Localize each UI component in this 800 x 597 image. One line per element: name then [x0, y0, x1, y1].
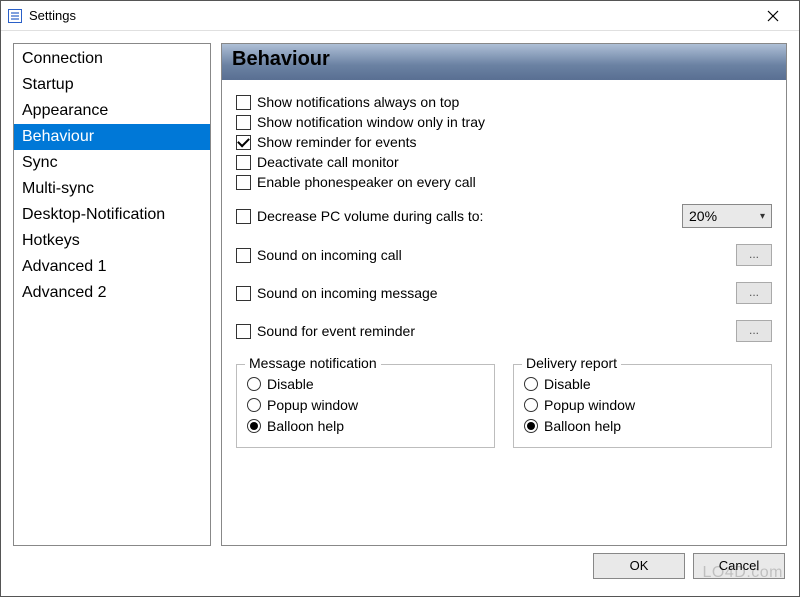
app-icon — [7, 8, 23, 24]
volume-select-value: 20% — [689, 208, 756, 224]
check-sound-incoming-call[interactable] — [236, 248, 251, 263]
check-sound-incoming-call-label: Sound on incoming call — [257, 247, 402, 263]
mn-disable-label: Disable — [267, 374, 314, 394]
sidebar-item-advanced-2[interactable]: Advanced 2 — [14, 280, 210, 306]
sidebar-item-behaviour[interactable]: Behaviour — [14, 124, 210, 150]
dr-popup-label: Popup window — [544, 395, 635, 415]
sidebar-item-multi-sync[interactable]: Multi-sync — [14, 176, 210, 202]
mn-popup-label: Popup window — [267, 395, 358, 415]
group-message-notification-legend: Message notification — [245, 355, 381, 371]
sound-event-reminder-row: Sound for event reminder ... — [236, 320, 772, 342]
dr-disable-label: Disable — [544, 374, 591, 394]
titlebar: Settings — [1, 1, 799, 31]
panel-header: Behaviour — [222, 44, 786, 80]
mn-popup-radio[interactable] — [247, 398, 261, 412]
dr-popup-radio[interactable] — [524, 398, 538, 412]
sidebar-item-desktop-notification[interactable]: Desktop-Notification — [14, 202, 210, 228]
check-decrease-volume-label: Decrease PC volume during calls to: — [257, 208, 483, 224]
close-icon — [767, 10, 779, 22]
dr-popup-row[interactable]: Popup window — [524, 395, 761, 415]
check-deactivate-call-monitor-label: Deactivate call monitor — [257, 153, 399, 172]
sidebar: Connection Startup Appearance Behaviour … — [13, 43, 211, 546]
mn-popup-row[interactable]: Popup window — [247, 395, 484, 415]
groups: Message notification Disable Popup windo… — [236, 364, 772, 448]
mn-balloon-radio[interactable] — [247, 419, 261, 433]
check-sound-event-reminder[interactable] — [236, 324, 251, 339]
sidebar-item-appearance[interactable]: Appearance — [14, 98, 210, 124]
window-title: Settings — [29, 8, 753, 23]
volume-select[interactable]: 20% ▾ — [682, 204, 772, 228]
window-body: Connection Startup Appearance Behaviour … — [1, 31, 799, 546]
check-sound-incoming-message-label: Sound on incoming message — [257, 285, 438, 301]
panel-body: Show notifications always on top Show no… — [222, 80, 786, 545]
check-reminder-events[interactable] — [236, 135, 251, 150]
mn-balloon-label: Balloon help — [267, 416, 344, 436]
check-sound-incoming-message[interactable] — [236, 286, 251, 301]
browse-sound-call-button[interactable]: ... — [736, 244, 772, 266]
check-deactivate-call-monitor[interactable] — [236, 155, 251, 170]
close-button[interactable] — [753, 2, 793, 30]
check-always-on-top[interactable] — [236, 95, 251, 110]
sound-incoming-call-row: Sound on incoming call ... — [236, 244, 772, 266]
mn-disable-radio[interactable] — [247, 377, 261, 391]
mn-balloon-row[interactable]: Balloon help — [247, 416, 484, 436]
settings-panel: Behaviour Show notifications always on t… — [221, 43, 787, 546]
browse-sound-reminder-button[interactable]: ... — [736, 320, 772, 342]
sidebar-item-startup[interactable]: Startup — [14, 72, 210, 98]
sidebar-item-hotkeys[interactable]: Hotkeys — [14, 228, 210, 254]
check-always-on-top-label: Show notifications always on top — [257, 93, 459, 112]
check-reminder-events-row: Show reminder for events — [236, 133, 772, 152]
sidebar-item-sync[interactable]: Sync — [14, 150, 210, 176]
settings-window: Settings Connection Startup Appearance B… — [0, 0, 800, 597]
dr-balloon-row[interactable]: Balloon help — [524, 416, 761, 436]
chevron-down-icon: ▾ — [760, 211, 765, 222]
check-always-on-top-row: Show notifications always on top — [236, 93, 772, 112]
check-decrease-volume[interactable] — [236, 209, 251, 224]
dr-disable-row[interactable]: Disable — [524, 374, 761, 394]
sidebar-item-advanced-1[interactable]: Advanced 1 — [14, 254, 210, 280]
check-phonespeaker[interactable] — [236, 175, 251, 190]
sidebar-item-connection[interactable]: Connection — [14, 46, 210, 72]
check-only-in-tray-row: Show notification window only in tray — [236, 113, 772, 132]
check-phonespeaker-label: Enable phonespeaker on every call — [257, 173, 476, 192]
mn-disable-row[interactable]: Disable — [247, 374, 484, 394]
check-reminder-events-label: Show reminder for events — [257, 133, 417, 152]
ok-button[interactable]: OK — [593, 553, 685, 579]
dr-balloon-radio[interactable] — [524, 419, 538, 433]
check-only-in-tray-label: Show notification window only in tray — [257, 113, 485, 132]
check-only-in-tray[interactable] — [236, 115, 251, 130]
sound-incoming-message-row: Sound on incoming message ... — [236, 282, 772, 304]
decrease-volume-row: Decrease PC volume during calls to: 20% … — [236, 204, 772, 228]
browse-sound-message-button[interactable]: ... — [736, 282, 772, 304]
footer: OK Cancel — [1, 546, 799, 596]
dr-disable-radio[interactable] — [524, 377, 538, 391]
cancel-button[interactable]: Cancel — [693, 553, 785, 579]
check-sound-event-reminder-label: Sound for event reminder — [257, 323, 415, 339]
group-delivery-report: Delivery report Disable Popup window Bal… — [513, 364, 772, 448]
group-message-notification: Message notification Disable Popup windo… — [236, 364, 495, 448]
check-phonespeaker-row: Enable phonespeaker on every call — [236, 173, 772, 192]
group-delivery-report-legend: Delivery report — [522, 355, 621, 371]
dr-balloon-label: Balloon help — [544, 416, 621, 436]
check-deactivate-call-monitor-row: Deactivate call monitor — [236, 153, 772, 172]
